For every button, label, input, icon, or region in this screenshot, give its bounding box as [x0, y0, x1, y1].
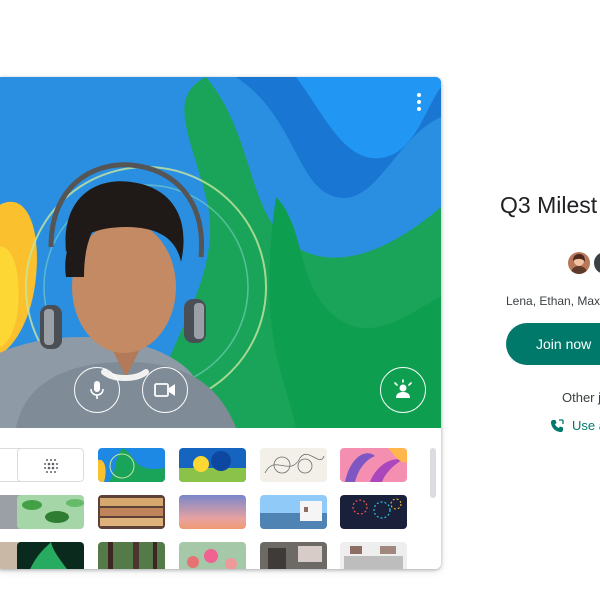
fireworks-thumbnail[interactable]: [340, 495, 407, 529]
sunset-sky-thumbnail[interactable]: [179, 495, 246, 529]
avatar: [594, 252, 600, 274]
slight-blur-thumbnail[interactable]: [17, 448, 84, 482]
bookshelf-thumbnail[interactable]: [98, 495, 165, 529]
background-picker: [0, 428, 441, 569]
microphone-button[interactable]: [74, 367, 120, 413]
background-scrollbar[interactable]: [430, 448, 436, 498]
sketch-lines-thumbnail[interactable]: [260, 448, 327, 482]
more-options-button[interactable]: [413, 93, 425, 111]
use-phone-link[interactable]: Use a: [550, 418, 600, 433]
participants-text: Lena, Ethan, Max a: [506, 294, 600, 308]
other-options-label: Other j: [562, 390, 600, 405]
join-now-button[interactable]: Join now: [506, 323, 600, 365]
forest-thumbnail[interactable]: [98, 542, 165, 569]
meeting-title: Q3 Milest: [500, 192, 598, 218]
background-image: [0, 77, 441, 428]
avatar: [568, 252, 590, 274]
beach-balls-thumbnail[interactable]: [179, 448, 246, 482]
seaside-town-thumbnail[interactable]: [260, 495, 327, 529]
microphone-icon: [90, 381, 104, 399]
camera-button[interactable]: [142, 367, 188, 413]
aurora-thumbnail[interactable]: [17, 542, 84, 569]
use-phone-label: Use a: [572, 418, 600, 433]
purple-leaves-thumbnail[interactable]: [340, 448, 407, 482]
kitchen-thumbnail[interactable]: [340, 542, 407, 569]
flowers-thumbnail[interactable]: [179, 542, 246, 569]
more-vert-icon: [417, 93, 421, 97]
green-leaves-thumbnail[interactable]: [17, 495, 84, 529]
person-effects-icon: [394, 379, 412, 398]
phone-icon: [551, 418, 564, 432]
camera-preview: [0, 77, 441, 428]
room-interior-thumbnail[interactable]: [260, 542, 327, 569]
preview-card: [0, 77, 441, 569]
blue-waves-thumbnail[interactable]: [98, 448, 165, 482]
join-now-label: Join now: [536, 336, 592, 352]
blur-icon: [44, 459, 58, 473]
visual-effects-button[interactable]: [380, 367, 426, 413]
videocam-icon: [154, 383, 175, 397]
